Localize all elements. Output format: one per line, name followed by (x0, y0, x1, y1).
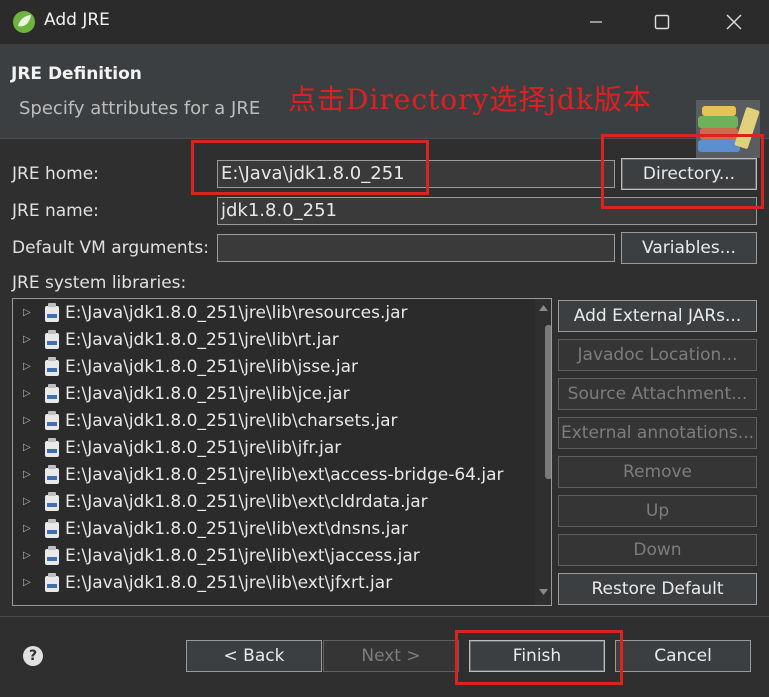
chevron-right-icon[interactable]: ▷ (23, 307, 31, 318)
dialog-header: JRE Definition Specify attributes for a … (0, 44, 769, 158)
scroll-up-icon[interactable] (539, 305, 548, 311)
jar-icon (45, 465, 59, 484)
jar-icon (45, 330, 59, 349)
list-item[interactable]: ▷ E:\Java\jdk1.8.0_251\jre\lib\rt.jar (13, 328, 533, 355)
jar-icon (45, 492, 59, 511)
chevron-right-icon[interactable]: ▷ (23, 469, 31, 480)
external-annotations-button[interactable]: External annotations... (558, 417, 757, 449)
jar-icon (45, 303, 59, 322)
chevron-right-icon[interactable]: ▷ (23, 442, 31, 453)
library-books-icon (696, 100, 760, 158)
library-path: E:\Java\jdk1.8.0_251\jre\lib\jce.jar (65, 384, 350, 404)
list-item[interactable]: ▷ E:\Java\jdk1.8.0_251\jre\lib\ext\jacces… (13, 544, 533, 571)
restore-default-button[interactable]: Restore Default (558, 573, 757, 605)
chevron-right-icon[interactable]: ▷ (23, 550, 31, 561)
jar-icon (45, 384, 59, 403)
title-bar: Add JRE (0, 0, 769, 44)
jre-home-label: JRE home: (12, 164, 99, 184)
chevron-right-icon[interactable]: ▷ (23, 415, 31, 426)
jar-icon (45, 573, 59, 592)
back-button[interactable]: < Back (186, 640, 322, 672)
javadoc-location-button[interactable]: Javadoc Location... (558, 339, 757, 371)
library-path: E:\Java\jdk1.8.0_251\jre\lib\ext\jfxrt.j… (65, 573, 393, 593)
chevron-right-icon[interactable]: ▷ (23, 388, 31, 399)
close-button[interactable] (712, 6, 756, 38)
finish-button[interactable]: Finish (469, 640, 605, 672)
close-icon (726, 14, 742, 30)
list-item[interactable]: ▷ E:\Java\jdk1.8.0_251\jre\lib\resources.… (13, 301, 533, 328)
jar-icon (45, 519, 59, 538)
chevron-right-icon[interactable]: ▷ (23, 361, 31, 372)
list-item[interactable]: ▷ E:\Java\jdk1.8.0_251\jre\lib\charsets.j… (13, 409, 533, 436)
annotation-text: 点击Directory选择jdk版本 (288, 83, 652, 116)
vm-args-input[interactable] (217, 234, 615, 262)
up-button[interactable]: Up (558, 495, 757, 527)
variables-button[interactable]: Variables... (621, 232, 757, 264)
libraries-label: JRE system libraries: (12, 273, 187, 293)
list-item[interactable]: ▷ E:\Java\jdk1.8.0_251\jre\lib\jce.jar (13, 382, 533, 409)
library-list[interactable]: ▷ E:\Java\jdk1.8.0_251\jre\lib\resources.… (12, 298, 552, 606)
next-button[interactable]: Next > (323, 640, 459, 672)
add-external-jars-button[interactable]: Add External JARs... (558, 300, 757, 332)
chevron-right-icon[interactable]: ▷ (23, 577, 31, 588)
chevron-right-icon[interactable]: ▷ (23, 496, 31, 507)
vm-args-label: Default VM arguments: (12, 238, 209, 258)
source-attachment-button[interactable]: Source Attachment... (558, 378, 757, 410)
remove-button[interactable]: Remove (558, 456, 757, 488)
list-item[interactable]: ▷ E:\Java\jdk1.8.0_251\jre\lib\ext\cldrda… (13, 490, 533, 517)
list-item[interactable]: ▷ E:\Java\jdk1.8.0_251\jre\lib\jfr.jar (13, 436, 533, 463)
scrollbar-thumb[interactable] (545, 325, 551, 479)
library-path: E:\Java\jdk1.8.0_251\jre\lib\rt.jar (65, 330, 339, 350)
header-title: JRE Definition (11, 64, 142, 84)
library-path: E:\Java\jdk1.8.0_251\jre\lib\jfr.jar (65, 438, 342, 458)
library-path: E:\Java\jdk1.8.0_251\jre\lib\charsets.ja… (65, 411, 398, 431)
directory-button[interactable]: Directory... (621, 158, 757, 190)
list-item[interactable]: ▷ E:\Java\jdk1.8.0_251\jre\lib\ext\dnsns.… (13, 517, 533, 544)
maximize-button[interactable] (640, 6, 684, 38)
maximize-icon (654, 14, 670, 30)
library-path: E:\Java\jdk1.8.0_251\jre\lib\ext\access-… (65, 465, 504, 485)
jre-home-input[interactable]: E:\Java\jdk1.8.0_251 (217, 160, 615, 188)
jar-icon (45, 357, 59, 376)
cancel-button[interactable]: Cancel (615, 640, 751, 672)
help-icon[interactable]: ? (23, 646, 43, 666)
header-description: Specify attributes for a JRE (19, 98, 261, 119)
eclipse-leaf-icon (13, 11, 35, 33)
library-path: E:\Java\jdk1.8.0_251\jre\lib\ext\cldrdat… (65, 492, 428, 512)
jar-icon (45, 438, 59, 457)
scroll-down-icon[interactable] (539, 589, 548, 595)
library-path: E:\Java\jdk1.8.0_251\jre\lib\resources.j… (65, 303, 408, 323)
jar-icon (45, 411, 59, 430)
library-path: E:\Java\jdk1.8.0_251\jre\lib\ext\jaccess… (65, 546, 420, 566)
minimize-icon (590, 21, 602, 23)
list-item[interactable]: ▷ E:\Java\jdk1.8.0_251\jre\lib\ext\jfxrt.… (13, 571, 533, 598)
window-title: Add JRE (44, 10, 110, 30)
jar-icon (45, 546, 59, 565)
jre-name-input[interactable]: jdk1.8.0_251 (217, 197, 757, 225)
library-path: E:\Java\jdk1.8.0_251\jre\lib\ext\dnsns.j… (65, 519, 408, 539)
list-item[interactable]: ▷ E:\Java\jdk1.8.0_251\jre\lib\ext\access… (13, 463, 533, 490)
jre-name-label: JRE name: (12, 201, 99, 221)
library-path: E:\Java\jdk1.8.0_251\jre\lib\jsse.jar (65, 357, 359, 377)
chevron-right-icon[interactable]: ▷ (23, 334, 31, 345)
down-button[interactable]: Down (558, 534, 757, 566)
chevron-right-icon[interactable]: ▷ (23, 523, 31, 534)
list-item[interactable]: ▷ E:\Java\jdk1.8.0_251\jre\lib\jsse.jar (13, 355, 533, 382)
minimize-button[interactable] (574, 6, 618, 38)
